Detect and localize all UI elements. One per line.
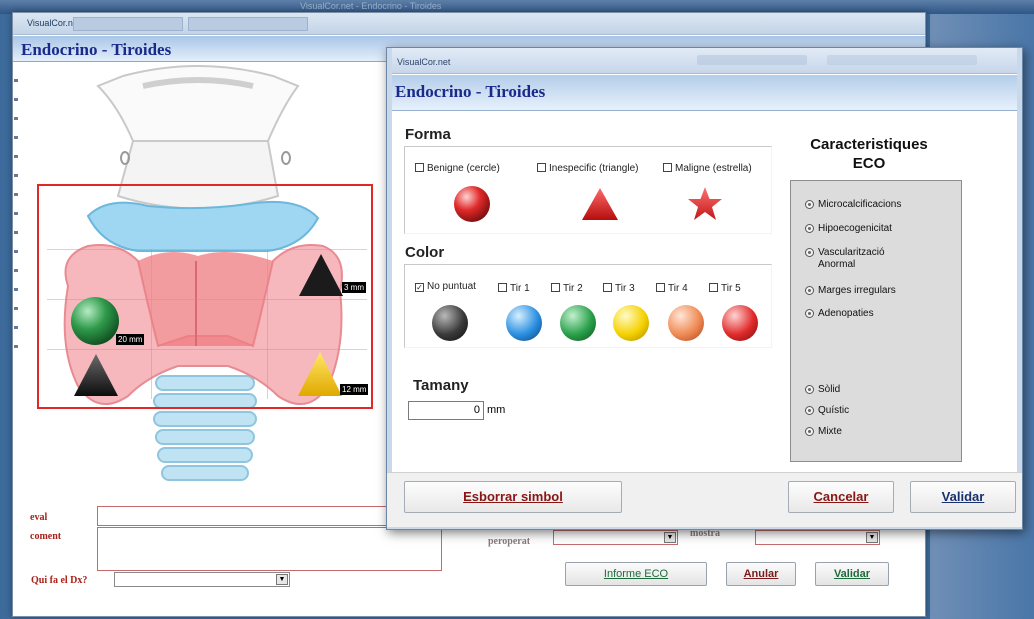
quistic-option[interactable]: Quístic — [805, 405, 849, 417]
marges-irregulars-option[interactable]: Marges irregulars — [805, 285, 896, 297]
qui-fa-label: Qui fa el Dx? — [31, 575, 88, 586]
coment-field[interactable] — [97, 527, 442, 571]
esborrar-simbol-button[interactable]: Esborrar simbol — [404, 481, 622, 513]
background-window-titlebar[interactable]: VisualCor.net — [13, 13, 925, 35]
chevron-down-icon[interactable]: ▼ — [276, 574, 288, 585]
marker-size-label: 20 mm — [116, 334, 145, 345]
radio-icon — [805, 385, 814, 394]
qui-fa-select[interactable]: ▼ — [114, 572, 290, 587]
radio-icon — [805, 224, 814, 233]
microcalcificacions-option[interactable]: Microcalcificacions — [805, 199, 901, 211]
marker-triangle[interactable] — [296, 350, 344, 398]
peroperat-select[interactable]: ▼ — [553, 530, 678, 545]
color-sample-green — [560, 305, 596, 341]
solid-option[interactable]: Sòlid — [805, 384, 840, 396]
window-title-text: VisualCor.net - Endocrino - Tiroides — [300, 1, 442, 11]
benigne-checkbox[interactable]: Benigne (cercle) — [415, 163, 500, 174]
adenopaties-option[interactable]: Adenopaties — [805, 308, 874, 320]
radio-icon — [805, 248, 814, 257]
marker-size-label: 3 mm — [342, 282, 366, 293]
eval-label: eval — [30, 512, 48, 523]
marker-triangle[interactable] — [297, 252, 345, 298]
dialog-window-title: VisualCor.net — [397, 57, 451, 67]
color-sample-blue — [506, 305, 542, 341]
color-sample-black — [432, 305, 468, 341]
vascularitzacio-option[interactable]: Vascularització Anormal — [805, 247, 915, 271]
validar-button[interactable]: Validar — [910, 481, 1016, 513]
radio-icon — [805, 286, 814, 295]
tamany-unit: mm — [487, 404, 506, 416]
radio-icon — [805, 309, 814, 318]
forma-title: Forma — [405, 126, 451, 143]
radio-icon — [805, 427, 814, 436]
cancelar-button[interactable]: Cancelar — [788, 481, 894, 513]
mixte-option[interactable]: Mixte — [805, 426, 842, 438]
marker-circle[interactable] — [70, 296, 120, 346]
validar-button-background[interactable]: Validar — [815, 562, 889, 586]
titlebar-decoration — [697, 55, 807, 65]
color-title: Color — [405, 244, 445, 261]
dialog-titlebar[interactable]: VisualCor.net — [387, 48, 1022, 74]
tir2-checkbox[interactable]: Tir 2 — [551, 283, 583, 294]
triangle-shape-icon — [582, 188, 618, 220]
radio-icon — [805, 406, 814, 415]
mostra-select[interactable]: ▼ — [755, 530, 880, 545]
circle-shape-icon — [454, 186, 490, 222]
tir5-checkbox[interactable]: Tir 5 — [709, 283, 741, 294]
hipoecogenicitat-option[interactable]: Hipoecogenicitat — [805, 223, 892, 235]
eval-field[interactable] — [97, 506, 387, 526]
inespecific-checkbox[interactable]: Inespecific (triangle) — [537, 163, 638, 174]
color-sample-yellow — [613, 305, 649, 341]
dialog-title: Endocrino - Tiroides — [395, 82, 546, 101]
informe-eco-button[interactable]: Informe ECO — [565, 562, 707, 586]
tir3-checkbox[interactable]: Tir 3 — [603, 283, 635, 294]
star-shape-icon — [688, 187, 722, 220]
marker-size-label: 12 mm — [340, 384, 369, 395]
dialog-header: Endocrino - Tiroides — [392, 75, 1017, 111]
chevron-down-icon[interactable]: ▼ — [866, 532, 878, 543]
background-tab[interactable] — [73, 17, 183, 31]
caracteristiques-title: Caracteristiques ECO — [810, 136, 928, 172]
caracteristiques-panel: Microcalcificacions Hipoecogenicitat Vas… — [790, 180, 962, 462]
tir4-checkbox[interactable]: Tir 4 — [656, 283, 688, 294]
peroperat-label: peroperat — [488, 536, 531, 547]
maligne-checkbox[interactable]: Maligne (estrella) — [663, 163, 752, 174]
coment-label: coment — [30, 531, 62, 542]
tamany-title: Tamany — [413, 377, 469, 394]
color-sample-red — [722, 305, 758, 341]
no-puntuat-checkbox[interactable]: ✓ No puntuat — [415, 281, 476, 292]
tamany-input[interactable]: 0 — [408, 401, 484, 420]
chevron-down-icon[interactable]: ▼ — [664, 532, 676, 543]
marker-triangle[interactable] — [72, 352, 120, 398]
tir1-checkbox[interactable]: Tir 1 — [498, 283, 530, 294]
radio-icon — [805, 200, 814, 209]
color-sample-orange — [668, 305, 704, 341]
background-tab[interactable] — [188, 17, 308, 31]
anular-button[interactable]: Anular — [726, 562, 796, 586]
left-edge-marks — [13, 63, 19, 423]
titlebar-decoration — [827, 55, 977, 65]
